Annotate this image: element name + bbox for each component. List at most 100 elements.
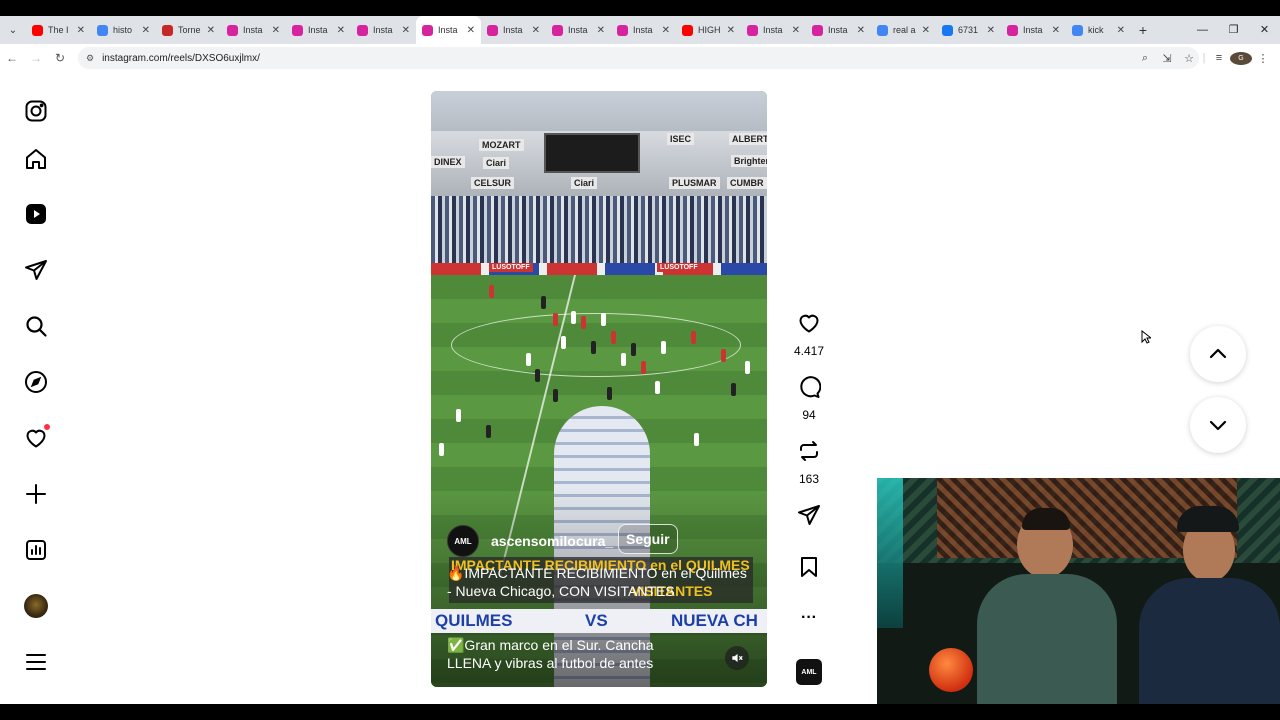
home-icon[interactable] <box>23 146 49 172</box>
video-player-figure <box>745 361 750 374</box>
browser-tab[interactable]: 6731 ✕ <box>936 16 1001 44</box>
repost-count[interactable]: 163 <box>799 472 819 486</box>
tab-close-icon[interactable]: ✕ <box>857 25 865 36</box>
back-icon[interactable]: ← <box>0 51 24 65</box>
browser-tab[interactable]: histo ✕ <box>91 16 156 44</box>
bookmark-star-icon[interactable]: ☆ <box>1178 52 1200 65</box>
browser-tab[interactable]: real a ✕ <box>871 16 936 44</box>
browser-tab[interactable]: The I ✕ <box>26 16 91 44</box>
next-reel-button[interactable] <box>1190 397 1246 453</box>
explore-icon[interactable] <box>23 369 49 395</box>
tab-close-icon[interactable]: ✕ <box>1117 25 1125 36</box>
browser-tab[interactable]: HIGH ✕ <box>676 16 741 44</box>
instagram-icon <box>227 24 238 36</box>
browser-tab[interactable]: Insta ✕ <box>806 16 871 44</box>
forward-icon[interactable]: → <box>24 51 48 65</box>
tab-close-icon[interactable]: ✕ <box>662 25 670 36</box>
tab-close-icon[interactable]: ✕ <box>272 25 280 36</box>
webcam-person-right-cap <box>1177 506 1239 532</box>
browser-tab[interactable]: Insta ✕ <box>221 16 286 44</box>
comment-count[interactable]: 94 <box>802 408 815 422</box>
browser-tab[interactable]: Insta ✕ <box>286 16 351 44</box>
browser-tab[interactable]: Insta ✕ <box>416 16 481 44</box>
like-heart-icon[interactable] <box>797 311 821 340</box>
restore-icon[interactable]: ❐ <box>1218 16 1249 44</box>
instagram-icon <box>292 24 303 36</box>
save-action <box>789 555 829 584</box>
video-player-figure <box>601 313 606 326</box>
tab-label: Torne <box>178 25 201 35</box>
facebook-icon <box>942 24 953 36</box>
chevron-down-icon <box>1209 420 1227 431</box>
close-window-icon[interactable]: ✕ <box>1249 16 1280 44</box>
tab-close-icon[interactable]: ✕ <box>922 25 930 36</box>
browser-tab[interactable]: Insta ✕ <box>611 16 676 44</box>
browser-tab[interactable]: Torne ✕ <box>156 16 221 44</box>
mute-icon[interactable] <box>725 646 749 670</box>
reel-caption-line2: ✅Gran marco en el Sur. Cancha LLENA y vi… <box>447 637 654 671</box>
tab-search-chevron-icon[interactable]: ⌄ <box>0 16 26 44</box>
like-count[interactable]: 4.417 <box>794 344 824 358</box>
video-player-figure <box>553 389 558 402</box>
tab-close-icon[interactable]: ✕ <box>1052 25 1060 36</box>
video-player-figure <box>641 361 646 374</box>
instagram-icon <box>422 24 433 36</box>
tab-close-icon[interactable]: ✕ <box>142 25 150 36</box>
browser-tab[interactable]: Insta ✕ <box>1001 16 1066 44</box>
notifications-heart-icon[interactable] <box>23 423 51 451</box>
reels-icon[interactable] <box>23 201 49 227</box>
instagram-logo-icon[interactable] <box>23 98 49 124</box>
create-plus-icon[interactable] <box>23 481 49 507</box>
comment-bubble-icon[interactable] <box>797 375 822 404</box>
chevron-up-icon <box>1209 348 1227 359</box>
tab-label: Insta <box>568 25 588 35</box>
youtube-icon <box>682 24 693 36</box>
site-info-icon[interactable]: ⚙ <box>86 53 94 64</box>
tab-close-icon[interactable]: ✕ <box>792 25 800 36</box>
browser-tab[interactable]: Insta ✕ <box>481 16 546 44</box>
browser-tab[interactable]: kick ✕ <box>1066 16 1131 44</box>
search-icon[interactable] <box>23 313 49 339</box>
follow-button[interactable]: Seguir <box>618 524 678 554</box>
tab-close-icon[interactable]: ✕ <box>207 25 215 36</box>
audio-avatar[interactable]: AML <box>796 659 822 685</box>
messages-icon[interactable] <box>23 257 49 283</box>
author-username[interactable]: ascensomilocura_ <box>491 533 613 549</box>
profile-avatar[interactable]: G <box>1230 51 1252 65</box>
install-app-icon[interactable]: ⇲ <box>1156 52 1178 65</box>
media-controls-icon[interactable]: ≡ <box>1208 52 1230 64</box>
author-avatar[interactable]: AML <box>447 525 479 557</box>
profile-avatar-icon[interactable] <box>23 593 49 619</box>
tab-close-icon[interactable]: ✕ <box>467 25 475 36</box>
dashboard-icon[interactable] <box>23 537 49 563</box>
tab-label: Insta <box>308 25 328 35</box>
zoom-icon[interactable]: ⌕ <box>1134 52 1156 65</box>
tab-close-icon[interactable]: ✕ <box>987 25 995 36</box>
browser-tab[interactable]: Insta ✕ <box>546 16 611 44</box>
video-player-figure <box>489 285 494 298</box>
tab-close-icon[interactable]: ✕ <box>402 25 410 36</box>
tab-close-icon[interactable]: ✕ <box>597 25 605 36</box>
url-field[interactable]: ⚙ instagram.com/reels/DXSO6uxjlmx/ <box>78 47 1199 69</box>
notification-dot <box>43 423 51 431</box>
more-options-icon[interactable]: ··· <box>801 606 817 630</box>
more-menu-icon[interactable] <box>23 649 49 675</box>
reload-icon[interactable]: ↻ <box>48 51 72 65</box>
browser-tab[interactable]: Insta ✕ <box>741 16 806 44</box>
tab-close-icon[interactable]: ✕ <box>77 25 85 36</box>
tab-close-icon[interactable]: ✕ <box>532 25 540 36</box>
video-adboards <box>431 263 767 275</box>
browser-menu-icon[interactable]: ⋮ <box>1252 52 1274 65</box>
share-icon[interactable] <box>797 503 821 532</box>
repost-icon[interactable] <box>797 439 821 468</box>
comment-action: 94 <box>789 375 829 422</box>
video-player-figure <box>621 353 626 366</box>
browser-tab[interactable]: Insta ✕ <box>351 16 416 44</box>
tab-close-icon[interactable]: ✕ <box>337 25 345 36</box>
new-tab-button[interactable]: + <box>1131 22 1155 38</box>
reel-video[interactable]: MOZART Ciari DINEX CELSUR Ciari ISEC ALB… <box>431 91 767 687</box>
minimize-icon[interactable]: — <box>1187 16 1218 44</box>
tab-close-icon[interactable]: ✕ <box>727 25 735 36</box>
bookmark-icon[interactable] <box>797 555 821 584</box>
previous-reel-button[interactable] <box>1190 326 1246 382</box>
